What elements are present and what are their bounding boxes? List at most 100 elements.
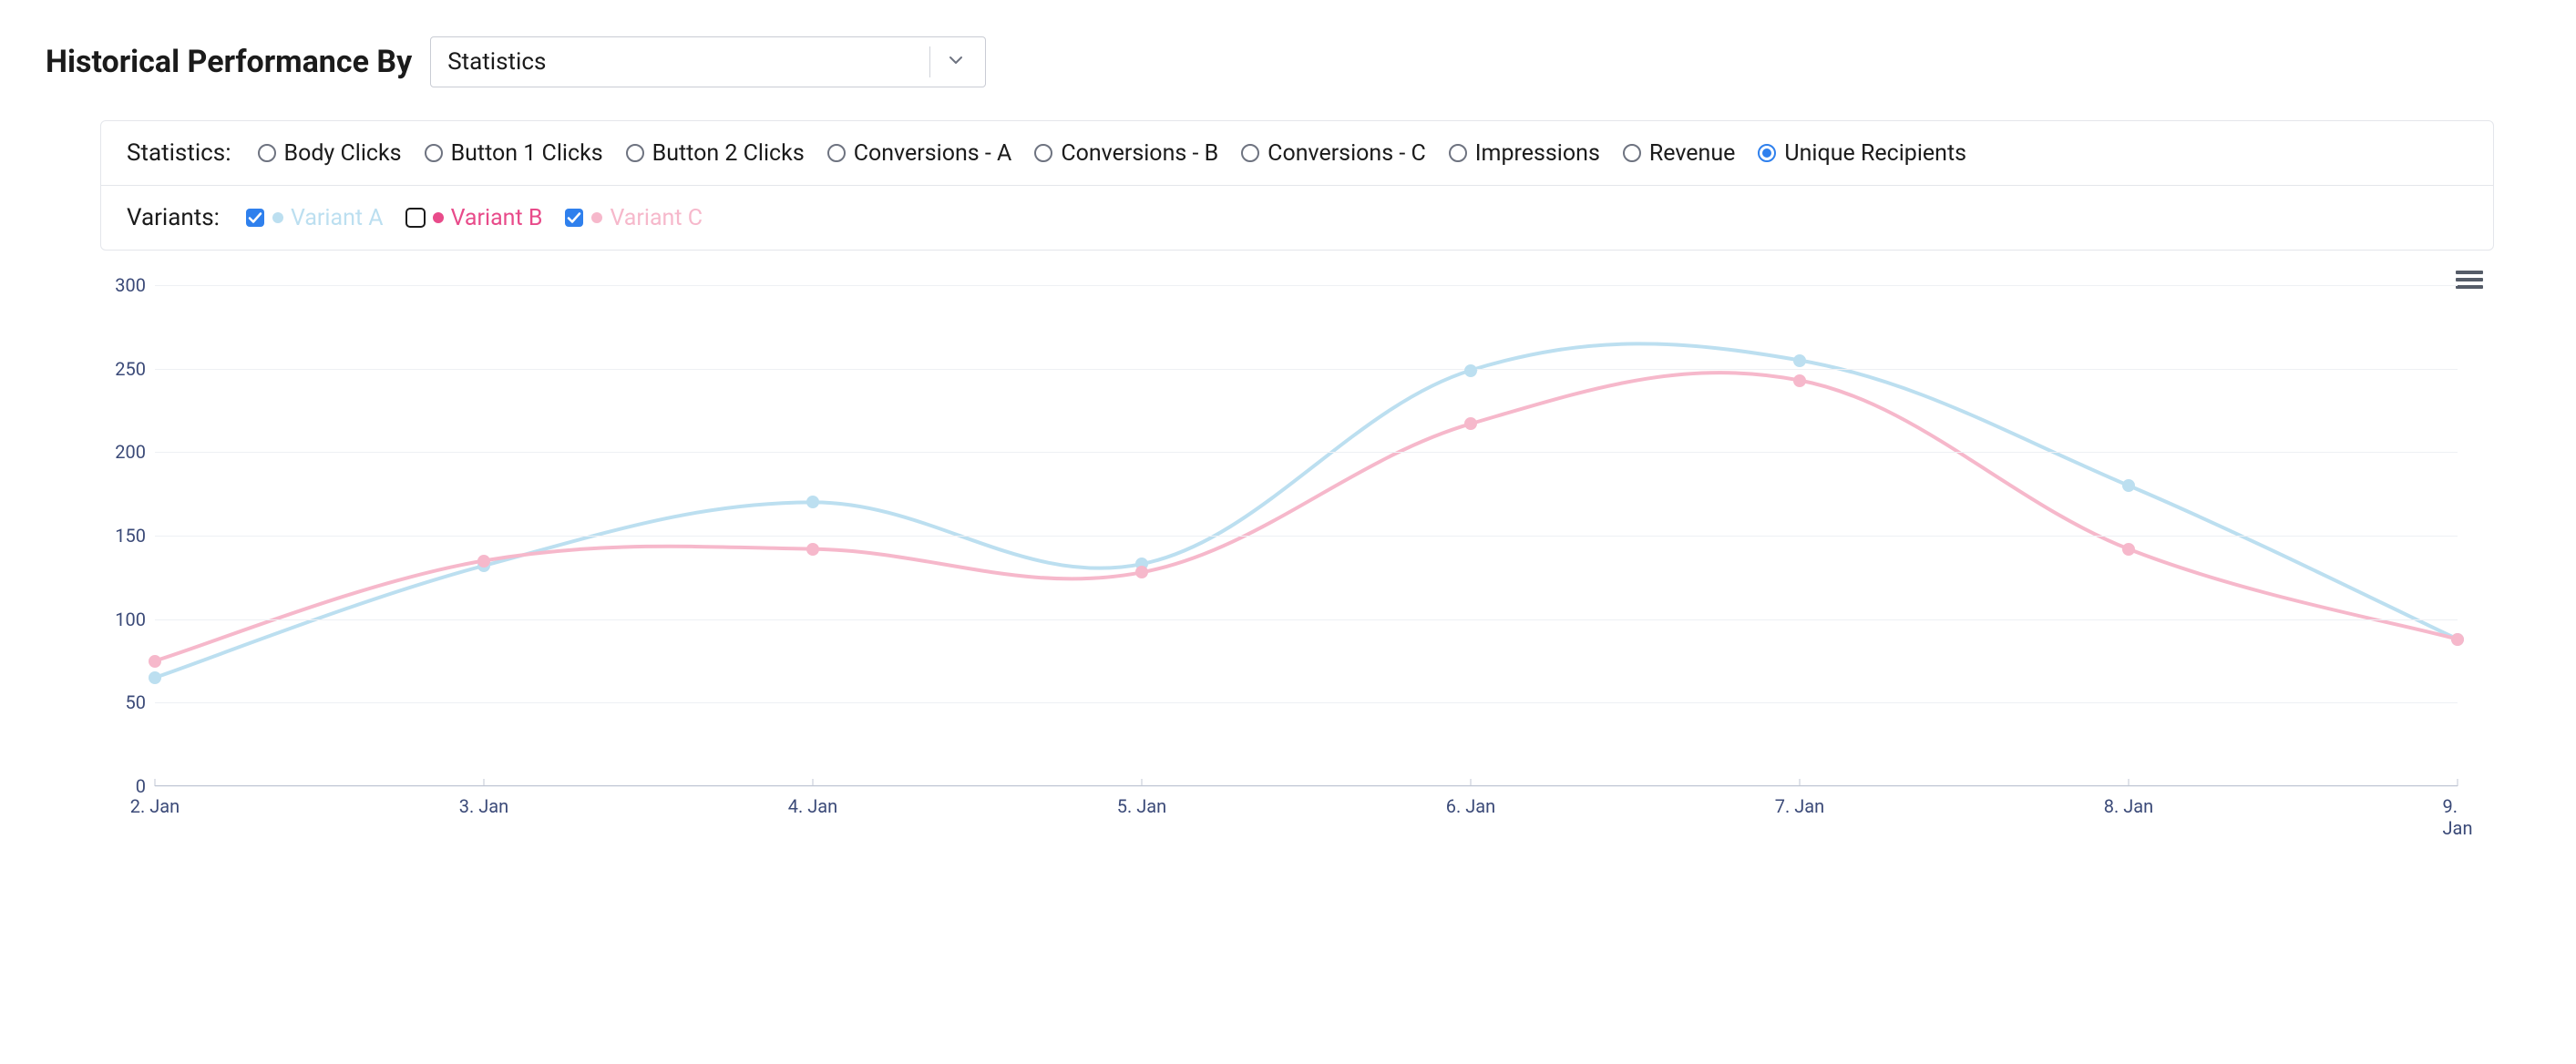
series-point	[1464, 364, 1477, 377]
x-axis-label: 6. Jan	[1446, 795, 1495, 817]
variant-dot	[433, 212, 444, 223]
statistic-option[interactable]: Conversions - C	[1240, 140, 1426, 167]
chart-menu-button[interactable]	[2456, 269, 2483, 294]
statistic-option[interactable]: Impressions	[1448, 140, 1600, 167]
x-axis-labels: 2. Jan3. Jan4. Jan5. Jan6. Jan7. Jan8. J…	[155, 786, 2458, 823]
statistic-option[interactable]: Revenue	[1622, 140, 1736, 167]
x-axis-tick	[155, 779, 156, 786]
variant-option[interactable]: Variant B	[405, 205, 543, 231]
series-point	[2451, 633, 2464, 646]
radio-icon	[1240, 143, 1260, 163]
chart-area: 050100150200250300 2. Jan3. Jan4. Jan5. …	[100, 269, 2494, 823]
radio-icon	[625, 143, 645, 163]
grid-line	[155, 619, 2458, 620]
y-axis-label: 50	[100, 691, 146, 713]
series-point	[2451, 633, 2464, 646]
x-axis-label: 2. Jan	[130, 795, 180, 817]
series-point	[1464, 417, 1477, 430]
radio-icon	[257, 143, 277, 163]
x-axis-tick	[1471, 779, 1472, 786]
checkbox-checked-icon	[564, 208, 584, 228]
y-axis-label: 100	[100, 609, 146, 630]
radio-icon	[826, 143, 847, 163]
statistic-option[interactable]: Conversions - B	[1033, 140, 1218, 167]
series-point	[806, 496, 819, 508]
x-axis-tick	[484, 779, 485, 786]
select-separator	[929, 46, 930, 77]
radio-icon	[1622, 143, 1642, 163]
statistics-label: Statistics:	[127, 139, 231, 167]
page-title: Historical Performance By	[46, 44, 412, 80]
statistic-option[interactable]: Button 2 Clicks	[625, 140, 805, 167]
x-axis-label: 8. Jan	[2104, 795, 2153, 817]
radio-icon	[1448, 143, 1468, 163]
x-axis-label: 4. Jan	[788, 795, 837, 817]
variant-label: Variant C	[610, 205, 703, 231]
x-axis-label: 3. Jan	[459, 795, 508, 817]
y-axis-label: 300	[100, 274, 146, 296]
statistic-option[interactable]: Unique Recipients	[1757, 140, 1966, 167]
series-point	[2122, 479, 2135, 492]
variant-option[interactable]: Variant C	[564, 205, 703, 231]
statistic-label: Conversions - A	[854, 140, 1012, 167]
series-point	[1793, 374, 1806, 387]
x-axis-tick	[813, 779, 814, 786]
y-axis-label: 150	[100, 525, 146, 547]
x-axis-label: 9. Jan	[2443, 795, 2473, 839]
statistic-label: Revenue	[1649, 140, 1736, 167]
grid-line	[155, 452, 2458, 453]
x-axis-tick	[1800, 779, 1801, 786]
statistics-row: Statistics: Body Clicks Button 1 Clicks Bu…	[101, 121, 2493, 185]
radio-icon	[1757, 143, 1777, 163]
statistic-option[interactable]: Conversions - A	[826, 140, 1012, 167]
chart-plot: 050100150200250300	[155, 276, 2458, 786]
performance-by-select[interactable]: Statistics	[430, 36, 986, 87]
series-line	[155, 343, 2458, 678]
grid-line	[155, 369, 2458, 370]
series-point	[2122, 543, 2135, 556]
variant-dot	[272, 212, 283, 223]
statistic-label: Impressions	[1475, 140, 1600, 167]
series-line	[155, 373, 2458, 660]
series-point	[149, 671, 161, 684]
statistic-label: Button 1 Clicks	[451, 140, 603, 167]
variant-dot	[591, 212, 602, 223]
grid-line	[155, 285, 2458, 286]
variants-row: Variants: Variant A Variant B Variant C	[101, 185, 2493, 250]
variant-label: Variant B	[451, 205, 543, 231]
grid-line	[155, 536, 2458, 537]
y-axis-label: 0	[100, 775, 146, 797]
chevron-down-icon	[947, 48, 965, 76]
checkbox-checked-icon	[245, 208, 265, 228]
radio-icon	[424, 143, 444, 163]
statistic-label: Body Clicks	[284, 140, 402, 167]
x-axis-tick	[1142, 779, 1143, 786]
performance-by-value: Statistics	[447, 48, 546, 76]
series-point	[1135, 566, 1148, 578]
page-header: Historical Performance By Statistics	[46, 36, 2530, 87]
series-point	[149, 655, 161, 668]
statistic-label: Unique Recipients	[1784, 140, 1966, 167]
series-point	[1793, 354, 1806, 367]
series-point	[477, 555, 490, 568]
checkbox-icon	[405, 208, 426, 228]
x-axis-tick	[2129, 779, 2130, 786]
statistic-option[interactable]: Button 1 Clicks	[424, 140, 603, 167]
radio-icon	[1033, 143, 1053, 163]
statistic-label: Conversions - B	[1061, 140, 1218, 167]
y-axis-label: 250	[100, 358, 146, 380]
y-axis-label: 200	[100, 441, 146, 463]
x-axis-label: 7. Jan	[1775, 795, 1824, 817]
filters-panel: Statistics: Body Clicks Button 1 Clicks Bu…	[100, 120, 2494, 251]
series-point	[477, 559, 490, 572]
grid-line	[155, 702, 2458, 703]
variants-label: Variants:	[127, 204, 220, 231]
statistic-label: Conversions - C	[1267, 140, 1426, 167]
variant-label: Variant A	[291, 205, 384, 231]
variant-option[interactable]: Variant A	[245, 205, 384, 231]
x-axis-label: 5. Jan	[1117, 795, 1166, 817]
series-point	[1135, 558, 1148, 570]
statistic-option[interactable]: Body Clicks	[257, 140, 402, 167]
series-point	[806, 543, 819, 556]
statistic-label: Button 2 Clicks	[652, 140, 805, 167]
